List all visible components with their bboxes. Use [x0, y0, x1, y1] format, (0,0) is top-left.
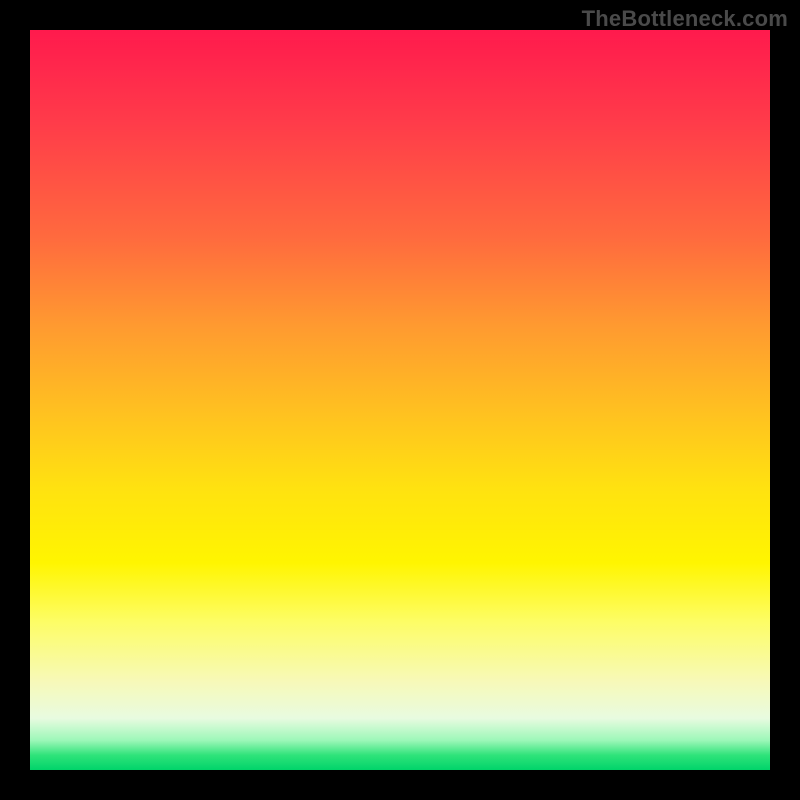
- plot-area: [30, 30, 770, 770]
- heat-gradient: [30, 30, 770, 770]
- watermark: TheBottleneck.com: [582, 6, 788, 32]
- chart-frame: TheBottleneck.com: [0, 0, 800, 800]
